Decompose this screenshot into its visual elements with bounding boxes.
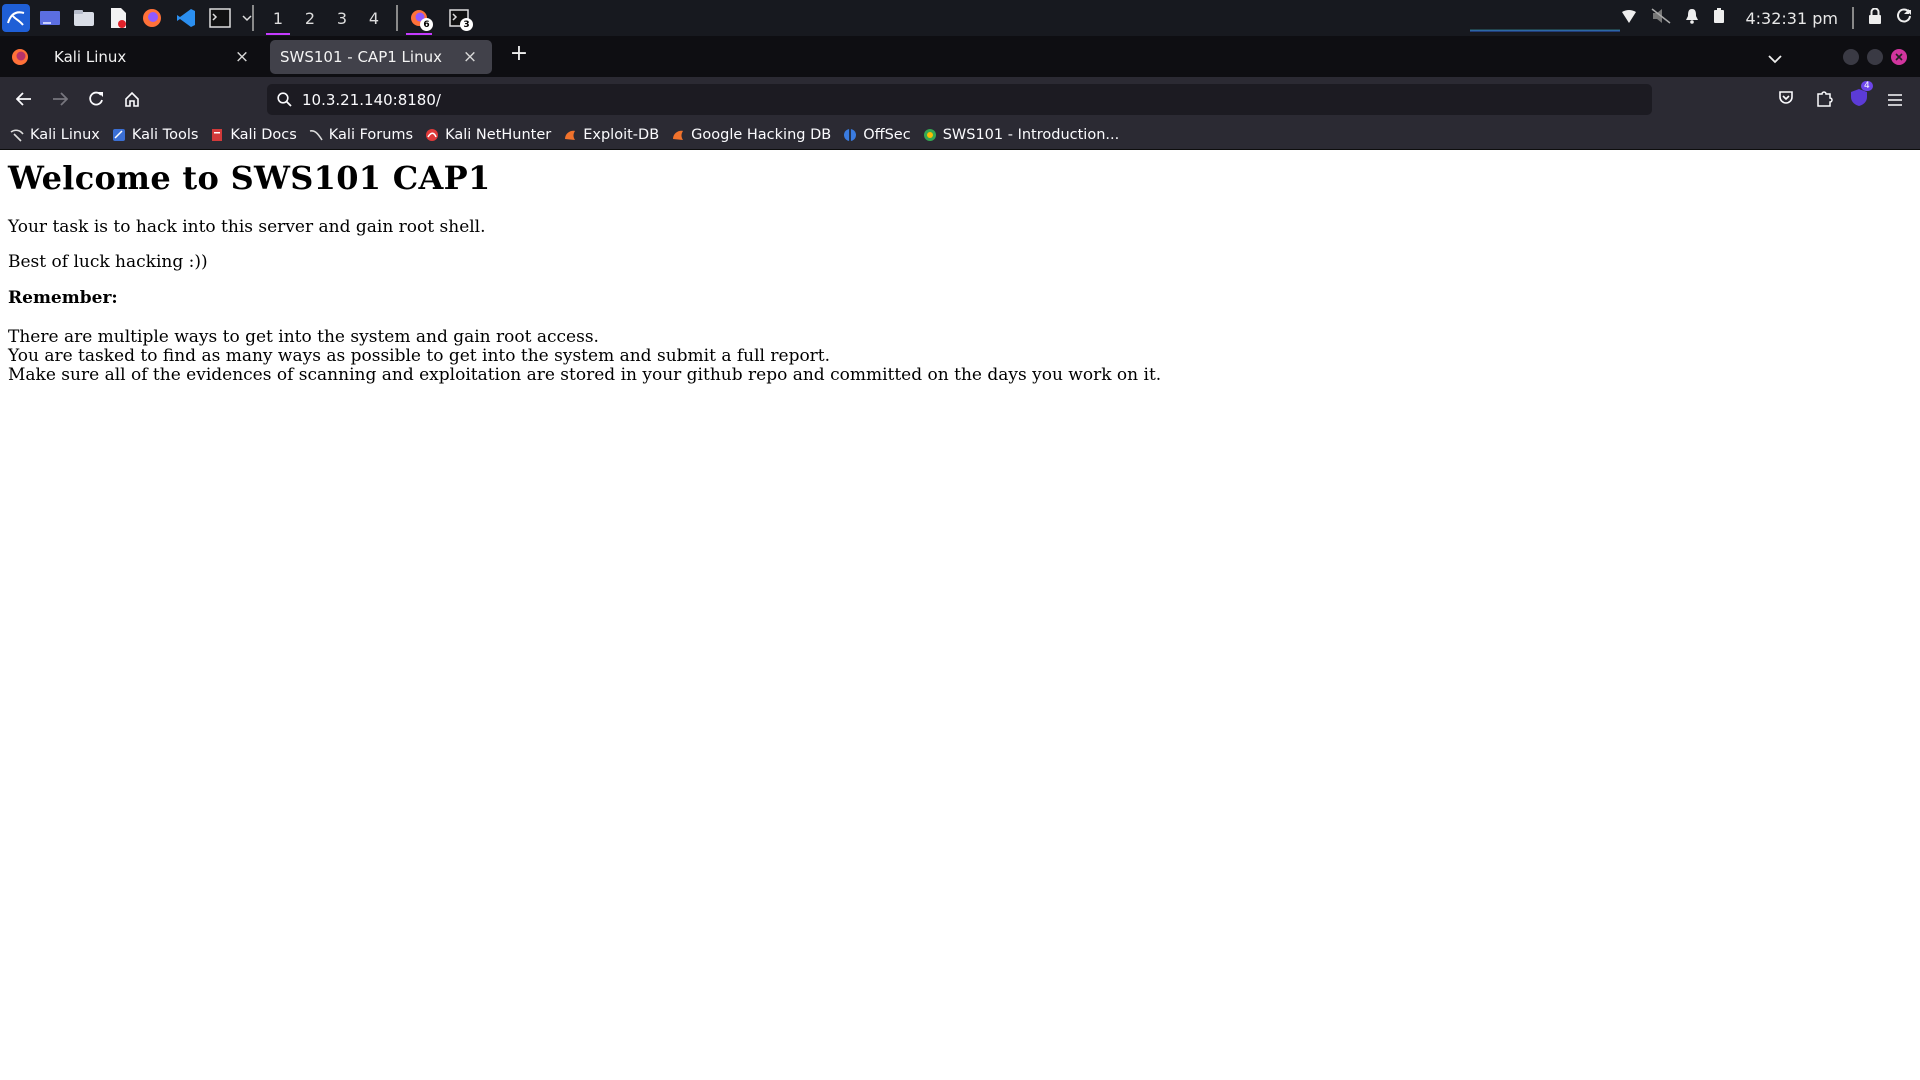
tab-title: Kali Linux: [54, 48, 127, 66]
instruction-line: Make sure all of the evidences of scanni…: [8, 365, 1162, 385]
wifi-icon[interactable]: [1621, 9, 1637, 28]
task-firefox[interactable]: 6: [402, 0, 436, 36]
list-all-tabs-icon[interactable]: [1768, 49, 1782, 68]
bookmark-label: Google Hacking DB: [691, 126, 832, 143]
reload-icon: [89, 91, 103, 106]
ghdb-icon: [671, 128, 685, 142]
bookmark-kali-tools[interactable]: Kali Tools: [112, 126, 199, 143]
workspace-4[interactable]: 4: [358, 0, 390, 36]
web-page-content: Welcome to SWS101 CAP1 Your task is to h…: [0, 151, 1920, 1080]
bookmark-google-hacking-db[interactable]: Google Hacking DB: [671, 127, 831, 143]
browser-tab-bar: Kali Linux × SWS101 - CAP1 Linux × +: [0, 36, 1920, 77]
workspace-3[interactable]: 3: [326, 0, 358, 36]
home-button[interactable]: [116, 84, 148, 114]
bookmark-label: SWS101 - Introduction...: [942, 126, 1120, 143]
sws101-icon: [923, 128, 937, 142]
bookmark-label: Kali Forums: [328, 126, 414, 143]
extensions-icon[interactable]: [1815, 89, 1833, 111]
bookmark-label: Kali Linux: [30, 126, 100, 143]
bookmark-label: Exploit-DB: [583, 126, 660, 143]
workspace-2[interactable]: 2: [294, 0, 326, 36]
bookmark-label: Kali Docs: [230, 126, 297, 143]
reload-button[interactable]: [80, 84, 112, 114]
nethunter-icon: [425, 128, 439, 142]
task-terminal[interactable]: 3: [442, 0, 476, 36]
maximize-window-button[interactable]: [1867, 49, 1883, 65]
extension-shield-icon[interactable]: 4: [1849, 81, 1873, 111]
bookmark-sws101-introduction[interactable]: SWS101 - Introduction...: [923, 126, 1120, 143]
app-menu-icon[interactable]: [1887, 92, 1903, 111]
kali-tools-icon: [112, 128, 126, 142]
bookmark-label: Kali Tools: [131, 126, 199, 143]
bookmark-kali-linux[interactable]: Kali Linux: [10, 127, 100, 143]
window-count-badge: 6: [420, 18, 433, 31]
file-manager-icon[interactable]: [70, 4, 98, 32]
tab-kali-linux[interactable]: Kali Linux ×: [44, 40, 264, 74]
extension-badge: 4: [1861, 81, 1873, 91]
save-to-pocket-icon[interactable]: [1778, 90, 1794, 110]
forward-button[interactable]: [44, 84, 76, 114]
network-graph-icon: [1470, 29, 1620, 32]
bookmark-kali-docs[interactable]: Kali Docs: [210, 126, 297, 143]
bookmark-offsec[interactable]: OffSec: [843, 127, 911, 143]
task-paragraph: Your task is to hack into this server an…: [8, 217, 486, 237]
firefox-launcher-icon[interactable]: [138, 4, 166, 32]
tab-close-button[interactable]: ×: [232, 47, 252, 67]
show-desktop-icon[interactable]: [36, 4, 64, 32]
exploit-db-icon: [563, 128, 577, 142]
firefox-view-icon[interactable]: [10, 47, 30, 71]
tab-close-button[interactable]: ×: [460, 47, 480, 67]
bookmark-kali-forums[interactable]: Kali Forums: [309, 127, 413, 143]
bookmark-exploit-db[interactable]: Exploit-DB: [563, 127, 659, 143]
panel-clock[interactable]: 4:32:31 pm: [1745, 9, 1838, 28]
panel-separator: [252, 5, 254, 31]
notification-bell-icon[interactable]: [1685, 8, 1699, 28]
battery-icon[interactable]: [1713, 8, 1725, 28]
bookmark-label: Kali NetHunter: [445, 126, 552, 143]
workspace-1[interactable]: 1: [262, 0, 294, 36]
bookmark-kali-nethunter[interactable]: Kali NetHunter: [425, 127, 551, 143]
tab-sws101-cap1[interactable]: SWS101 - CAP1 Linux ×: [270, 40, 492, 74]
bookmarks-toolbar: Kali Linux Kali Tools Kali Docs Kali For…: [0, 120, 1920, 150]
kali-dragon-icon: [10, 128, 24, 142]
system-tray: 4:32:31 pm: [1621, 0, 1920, 36]
power-icon[interactable]: [1896, 8, 1912, 28]
home-icon: [125, 91, 139, 107]
luck-paragraph: Best of luck hacking :)): [8, 252, 208, 272]
window-count-badge: 3: [460, 18, 473, 31]
task-list: 6 3: [402, 0, 476, 36]
close-window-button[interactable]: [1891, 49, 1907, 65]
tab-title: SWS101 - CAP1 Linux: [280, 48, 442, 66]
text-editor-icon[interactable]: [104, 4, 132, 32]
new-tab-button[interactable]: +: [506, 41, 532, 66]
panel-separator: [396, 5, 398, 31]
offsec-icon: [843, 128, 857, 142]
search-icon: [277, 92, 292, 107]
kali-forums-icon: [309, 128, 323, 142]
instruction-line: There are multiple ways to get into the …: [8, 327, 599, 347]
terminal-launcher-icon[interactable]: [206, 4, 234, 32]
kali-menu-icon[interactable]: [2, 4, 30, 32]
bookmark-label: OffSec: [863, 126, 911, 143]
page-heading: Welcome to SWS101 CAP1: [8, 159, 491, 197]
vscode-icon[interactable]: [172, 4, 200, 32]
back-arrow-icon: [16, 92, 31, 106]
back-button[interactable]: [8, 84, 40, 114]
volume-muted-icon[interactable]: [1651, 8, 1671, 28]
launcher-group: [2, 2, 254, 34]
minimize-window-button[interactable]: [1843, 49, 1859, 65]
top-panel: 1 2 3 4 6 3 4:32:31 pm: [0, 0, 1920, 36]
kali-docs-icon: [210, 128, 224, 142]
remember-label: Remember:: [8, 288, 118, 308]
panel-separator: [1852, 7, 1854, 29]
forward-arrow-icon: [53, 92, 68, 106]
instruction-line: You are tasked to find as many ways as p…: [8, 346, 831, 366]
instructions-paragraph: There are multiple ways to get into the …: [8, 328, 1161, 385]
address-text[interactable]: 10.3.21.140:8180/: [302, 91, 441, 109]
workspace-switcher: 1 2 3 4: [262, 0, 390, 36]
lock-screen-icon[interactable]: [1868, 7, 1882, 28]
address-bar[interactable]: 10.3.21.140:8180/: [267, 84, 1652, 115]
